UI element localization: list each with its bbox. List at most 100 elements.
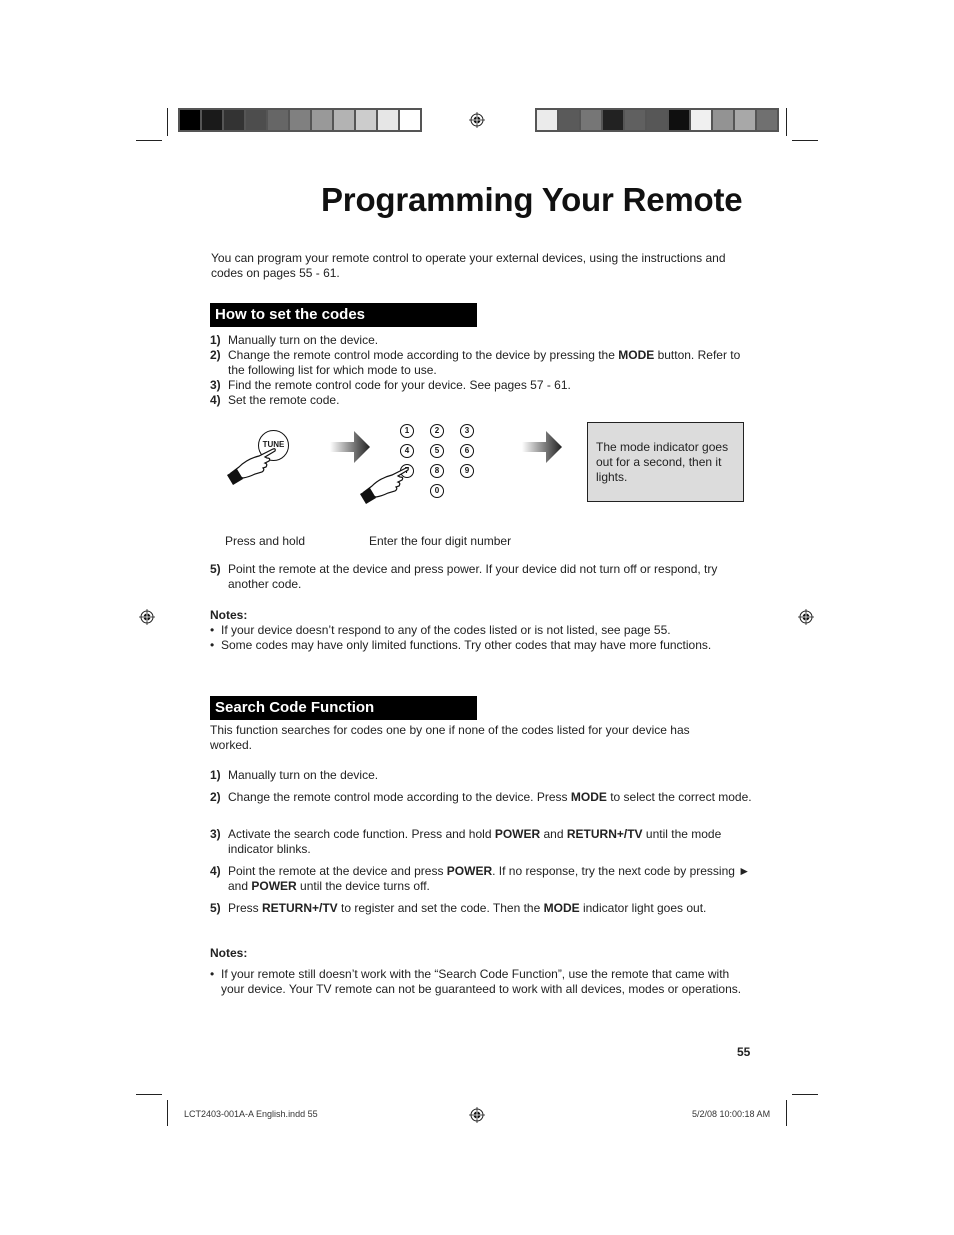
bold-keyword: MODE (570, 790, 607, 804)
color-swatch (268, 110, 288, 130)
footer-filename: LCT2403-001A-A English.indd 55 (184, 1109, 318, 1119)
crop-mark (136, 140, 162, 141)
step-number: 4) (210, 864, 221, 878)
color-swatch (312, 110, 332, 130)
color-swatch (691, 110, 711, 130)
color-swatch (356, 110, 376, 130)
keypad-key-2: 2 (430, 424, 444, 438)
step-text: Manually turn on the device. (228, 768, 379, 782)
color-swatch (202, 110, 222, 130)
step-text: Point the remote at the device and press… (228, 562, 718, 591)
registration-mark-icon (798, 609, 814, 625)
crop-mark (786, 108, 787, 136)
bold-keyword: MODE (618, 348, 655, 362)
keypad-key-0: 0 (430, 484, 444, 498)
section-heading-search-code: Search Code Function (210, 696, 477, 720)
step-number: 3) (210, 827, 221, 841)
color-swatch (400, 110, 420, 130)
registration-mark-icon (469, 1107, 485, 1123)
registration-mark-icon (469, 112, 485, 128)
color-swatch (647, 110, 667, 130)
step-item: 2) Change the remote control mode accordi… (210, 348, 755, 378)
step-text: Change the remote control mode according… (228, 348, 741, 377)
keypad-key-5: 5 (430, 444, 444, 458)
step-text: Press RETURN+/TV to register and set the… (228, 901, 707, 915)
bullet-icon: • (210, 638, 215, 652)
color-swatch (378, 110, 398, 130)
color-swatch (224, 110, 244, 130)
crop-mark (136, 1094, 162, 1095)
note-item: • If your remote still doesn’t work with … (210, 967, 755, 997)
step-text: Activate the search code function. Press… (228, 827, 722, 856)
note-item: • If your device doesn’t respond to any o… (210, 623, 755, 638)
color-swatch (669, 110, 689, 130)
section-heading-how-to-set: How to set the codes (210, 303, 477, 327)
step-text: Manually turn on the device. (228, 333, 379, 347)
color-swatch (537, 110, 557, 130)
arrow-right-icon (330, 431, 370, 463)
crop-mark (167, 1100, 168, 1126)
intro-paragraph: You can program your remote control to o… (211, 251, 726, 280)
color-swatch (334, 110, 354, 130)
step-text: Change the remote control mode according… (228, 790, 752, 804)
registration-mark-icon (139, 609, 155, 625)
step-number: 3) (210, 378, 221, 392)
step-number: 1) (210, 768, 221, 782)
note-text: Some codes may have only limited functio… (221, 638, 712, 652)
page-number: 55 (737, 1045, 751, 1059)
pointing-hand-icon (227, 448, 276, 485)
color-swatch (290, 110, 310, 130)
color-swatch (713, 110, 733, 130)
caption-enter-number: Enter the four digit number (369, 534, 512, 548)
bullet-icon: • (210, 967, 215, 981)
color-swatch (603, 110, 623, 130)
keypad-key-4: 4 (400, 444, 414, 458)
notes-label: Notes: (210, 608, 248, 622)
keypad-key-3: 3 (460, 424, 474, 438)
bold-keyword: POWER (251, 879, 297, 893)
footer-timestamp: 5/2/08 10:00:18 AM (692, 1109, 771, 1119)
step-number: 4) (210, 393, 221, 407)
crop-mark (167, 108, 168, 136)
keypad-key-9: 9 (460, 464, 474, 478)
note-text: If your remote still doesn’t work with t… (221, 967, 742, 996)
color-swatch (559, 110, 579, 130)
bold-keyword: RETURN+/TV (262, 901, 338, 915)
color-swatch (735, 110, 755, 130)
step-item: 4) Point the remote at the device and pre… (210, 864, 755, 894)
note-text: If your device doesn’t respond to any of… (221, 623, 671, 637)
mode-indicator-info-box: The mode indicator goes out for a second… (587, 422, 744, 502)
page-title: Programming Your Remote (321, 181, 743, 218)
step-text: Find the remote control code for your de… (228, 378, 571, 392)
color-calibration-bar-right (535, 108, 779, 132)
step-text: Point the remote at the device and press… (228, 864, 751, 893)
crop-mark (792, 1094, 818, 1095)
bold-keyword: RETURN+/TV (566, 827, 643, 841)
step-item: 3) Activate the search code function. Pre… (210, 827, 755, 857)
step-item: 1) Manually turn on the device. (210, 333, 755, 348)
step-item: 5) Press RETURN+/TV to register and set t… (210, 901, 755, 916)
arrow-right-icon (522, 431, 562, 463)
color-swatch (246, 110, 266, 130)
step-item: 4) Set the remote code. (210, 393, 755, 408)
note-item: • Some codes may have only limited functi… (210, 638, 755, 653)
step-item: 1) Manually turn on the device. (210, 768, 755, 783)
step-item: 2) Change the remote control mode accordi… (210, 790, 755, 805)
keypad-key-6: 6 (460, 444, 474, 458)
pointing-hand-icon (360, 467, 409, 504)
color-swatch (180, 110, 200, 130)
color-swatch (625, 110, 645, 130)
color-swatch (757, 110, 777, 130)
notes-label: Notes: (210, 946, 248, 960)
color-swatch (581, 110, 601, 130)
step-item: 3) Find the remote control code for your … (210, 378, 755, 393)
bold-keyword: MODE (543, 901, 580, 915)
crop-mark (786, 1100, 787, 1126)
step-text: Set the remote code. (228, 393, 340, 407)
step-number: 1) (210, 333, 221, 347)
step-number: 2) (210, 790, 221, 804)
step-item: 5) Point the remote at the device and pre… (210, 562, 755, 592)
step-number: 5) (210, 562, 221, 576)
color-calibration-bar-left (178, 108, 422, 132)
caption-press-and-hold: Press and hold (225, 534, 306, 548)
